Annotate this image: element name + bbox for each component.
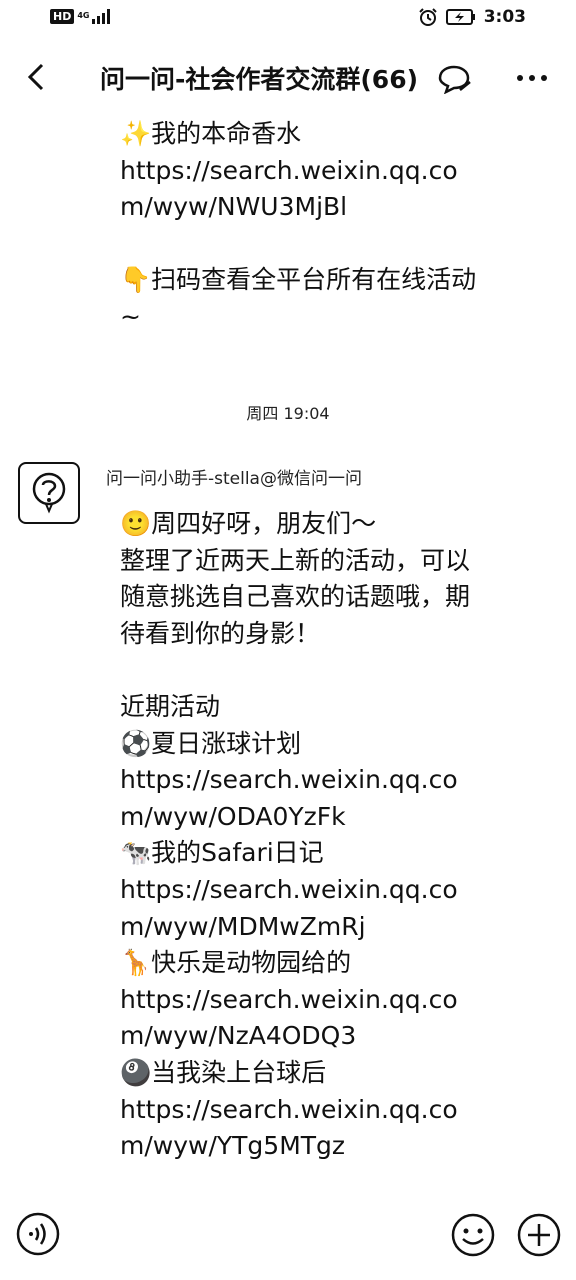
chat-bubble-icon	[438, 65, 471, 94]
emoji-button[interactable]	[450, 1212, 496, 1258]
sender-avatar[interactable]	[18, 462, 80, 524]
message-text[interactable]: 🙂周四好呀，朋友们～ 整理了近两天上新的活动，可以随意挑选自己喜欢的话题哦，期待…	[120, 506, 480, 1165]
chat-message-list[interactable]: ✨我的本命香水 https://search.weixin.qq.com/wyw…	[0, 116, 576, 1190]
status-time: 3:03	[483, 7, 526, 27]
voice-input-button[interactable]	[16, 1212, 60, 1256]
more-dots-icon	[517, 75, 547, 81]
hd-badge: HD	[50, 8, 75, 24]
network-type: 4G	[77, 11, 90, 20]
status-bar: HD 4G 3:03	[0, 0, 576, 40]
back-button[interactable]	[16, 54, 56, 100]
battery-charging-icon	[445, 9, 475, 25]
more-options-button[interactable]	[512, 58, 552, 98]
more-functions-button[interactable]	[516, 1212, 562, 1258]
status-left: HD 4G	[50, 8, 111, 24]
previous-message-text: ✨我的本命香水 https://search.weixin.qq.com/wyw…	[120, 119, 477, 331]
chat-title: 问一问-社会作者交流群(66)	[100, 65, 419, 94]
alarm-icon	[418, 8, 437, 26]
input-bar	[0, 1190, 576, 1280]
status-right: 3:03	[418, 7, 526, 27]
signal-icon	[92, 8, 111, 24]
chat-screen: HD 4G 3:03 问一问-社会作者交流群(66) ✨我的本命香水 https…	[0, 0, 576, 1280]
back-arrow-icon	[27, 63, 44, 91]
question-bubble-icon	[32, 472, 66, 514]
sender-name: 问一问小助手-stella@微信问一问	[106, 469, 362, 489]
message-timestamp: 周四 19:04	[246, 404, 330, 423]
title-bar: 问一问-社会作者交流群(66)	[0, 40, 576, 116]
